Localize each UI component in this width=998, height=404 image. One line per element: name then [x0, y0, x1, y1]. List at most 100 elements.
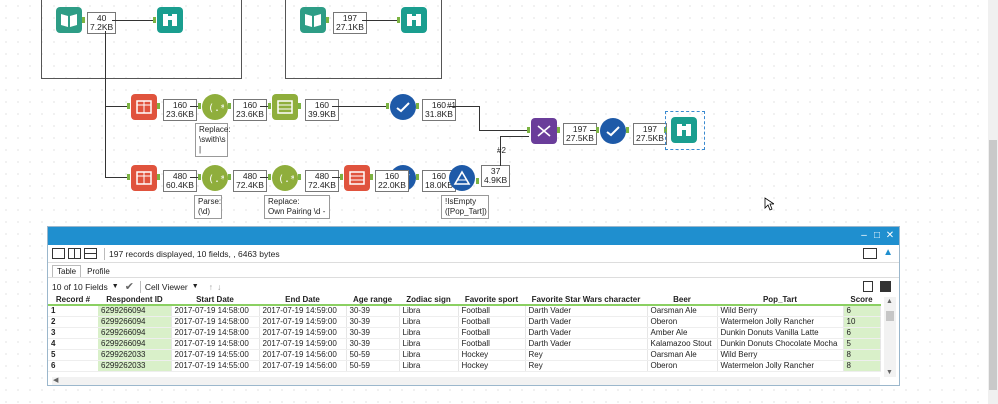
table-cell[interactable]: Darth Vader	[525, 316, 648, 328]
column-header[interactable]: Zodiac sign	[399, 295, 458, 306]
record-number-cell[interactable]: 2	[48, 316, 98, 328]
select-tool-3[interactable]	[600, 118, 626, 144]
column-header[interactable]: Age range	[346, 295, 399, 306]
table-row[interactable]: 3 6299266094 2017-07-19 14:58:00 2017-07-19…	[48, 327, 881, 339]
results-titlebar[interactable]: – □ ✕	[48, 227, 899, 245]
apply-check-icon[interactable]: ✔	[125, 280, 134, 293]
table-cell[interactable]: 8	[843, 360, 881, 372]
table-cell[interactable]: Libra	[399, 316, 459, 328]
table-cell[interactable]: Rey	[525, 349, 648, 361]
table-cell[interactable]: 50-59	[346, 349, 400, 361]
table-cell[interactable]: 6	[843, 327, 881, 339]
column-header[interactable]: Pop_Tart	[717, 295, 843, 306]
table-cell[interactable]: Football	[458, 338, 526, 350]
table-cell[interactable]: 50-59	[346, 360, 400, 372]
table-cell[interactable]: 6299266094	[98, 338, 172, 350]
table-cell[interactable]: Football	[458, 316, 526, 328]
table-cell[interactable]: Libra	[399, 305, 459, 317]
table-cell[interactable]: Dunkin Donuts Vanilla Latte	[717, 327, 844, 339]
layout-vertical-split-icon[interactable]	[68, 248, 81, 259]
cell-viewer-dropdown[interactable]: Cell Viewer ▼	[145, 282, 199, 292]
table-cell[interactable]: Hockey	[458, 360, 526, 372]
table-cell[interactable]: 6	[843, 305, 881, 317]
table-cell[interactable]: Amber Ale	[647, 327, 718, 339]
tab-profile[interactable]: Profile	[83, 266, 114, 277]
table-cell[interactable]: Oberon	[647, 316, 718, 328]
table-row[interactable]: 4 6299266094 2017-07-19 14:58:00 2017-07-19…	[48, 338, 881, 350]
record-number-cell[interactable]: 6	[48, 360, 98, 372]
table-cell[interactable]: Rey	[525, 360, 648, 372]
table-cell[interactable]: Watermelon Jolly Rancher	[717, 316, 844, 328]
regex-tool-2[interactable]: (.*)	[202, 165, 228, 191]
table-cell[interactable]: 2017-07-19 14:58:00	[171, 305, 260, 317]
table-cell[interactable]: Oarsman Ale	[647, 305, 718, 317]
record-number-cell[interactable]: 1	[48, 305, 98, 317]
table-cell[interactable]: Football	[458, 305, 526, 317]
copy-dropdown-icon[interactable]	[863, 281, 873, 292]
table-cell[interactable]: 6299262033	[98, 360, 172, 372]
table-cell[interactable]: 2017-07-19 14:59:00	[259, 338, 347, 350]
table-cell[interactable]: 2017-07-19 14:56:00	[259, 360, 347, 372]
tab-table[interactable]: Table	[52, 265, 82, 277]
fields-dropdown[interactable]: 10 of 10 Fields ▼	[52, 282, 119, 292]
table-cell[interactable]: 2017-07-19 14:56:00	[259, 349, 347, 361]
cross-tab-tool[interactable]	[272, 94, 298, 120]
table-cell[interactable]: Darth Vader	[525, 327, 648, 339]
table-cell[interactable]: Libra	[399, 338, 459, 350]
table-cell[interactable]: Dunkin Donuts Chocolate Mocha	[717, 338, 844, 350]
minimize-icon[interactable]: –	[858, 230, 870, 242]
table-cell[interactable]: 30-39	[346, 327, 400, 339]
table-cell[interactable]: 30-39	[346, 316, 400, 328]
table-cell[interactable]: 2017-07-19 14:59:00	[259, 327, 347, 339]
browse-tool-3[interactable]	[671, 117, 697, 143]
table-cell[interactable]: Libra	[399, 360, 459, 372]
regex-tool-1[interactable]: (.*)	[202, 94, 228, 120]
browse-tool-2[interactable]	[401, 7, 427, 33]
pin-icon[interactable]: ▲	[883, 247, 893, 258]
table-cell[interactable]: Hockey	[458, 349, 526, 361]
table-cell[interactable]: 6299262033	[98, 349, 172, 361]
table-cell[interactable]: Oarsman Ale	[647, 349, 718, 361]
save-dropdown-icon[interactable]	[880, 281, 891, 292]
input-data-tool-1[interactable]	[56, 7, 82, 33]
table-cell[interactable]: Darth Vader	[525, 305, 648, 317]
table-cell[interactable]: 6299266094	[98, 316, 172, 328]
text-to-columns-tool-3[interactable]	[344, 165, 370, 191]
table-cell[interactable]: 2017-07-19 14:58:00	[171, 316, 260, 328]
table-cell[interactable]: Libra	[399, 327, 459, 339]
table-cell[interactable]: 2017-07-19 14:55:00	[171, 360, 260, 372]
column-header[interactable]: End Date	[259, 295, 346, 306]
record-number-cell[interactable]: 5	[48, 349, 98, 361]
select-tool-1[interactable]	[390, 94, 416, 120]
table-cell[interactable]: 2017-07-19 14:59:00	[259, 316, 347, 328]
column-header[interactable]: Respondent ID	[98, 295, 171, 306]
sort-up-icon[interactable]: ↑	[209, 282, 213, 292]
table-cell[interactable]: Wild Berry	[717, 305, 844, 317]
table-cell[interactable]: 2017-07-19 14:59:00	[259, 305, 347, 317]
column-header[interactable]: Start Date	[171, 295, 259, 306]
layout-horizontal-split-icon[interactable]	[84, 248, 97, 259]
table-cell[interactable]: 6299266094	[98, 305, 172, 317]
sort-down-icon[interactable]: ↓	[217, 282, 221, 292]
table-cell[interactable]: Oberon	[647, 360, 718, 372]
column-header[interactable]: Favorite Star Wars character	[525, 295, 647, 306]
layout-single-icon[interactable]	[52, 248, 65, 259]
record-number-cell[interactable]: 4	[48, 338, 98, 350]
union-tool[interactable]	[531, 118, 557, 144]
table-cell[interactable]: Kalamazoo Stout	[647, 338, 718, 350]
grid-vertical-scrollbar[interactable]: ▲ ▼	[884, 297, 896, 377]
table-cell[interactable]: Watermelon Jolly Rancher	[717, 360, 844, 372]
text-to-columns-tool-2[interactable]	[131, 165, 157, 191]
table-cell[interactable]: 6299266094	[98, 327, 172, 339]
column-header[interactable]: Record #	[48, 295, 98, 306]
browse-tool-1[interactable]	[157, 7, 183, 33]
regex-tool-3[interactable]: (.*)	[272, 165, 298, 191]
maximize-icon[interactable]: □	[871, 230, 883, 242]
panel-layout-dropdown[interactable]	[863, 248, 877, 259]
table-row[interactable]: 2 6299266094 2017-07-19 14:58:00 2017-07-19…	[48, 316, 881, 328]
table-cell[interactable]: 30-39	[346, 305, 400, 317]
column-header[interactable]: Score	[843, 295, 880, 306]
table-cell[interactable]: 2017-07-19 14:58:00	[171, 338, 260, 350]
grid-horizontal-scrollbar[interactable]: ◀	[52, 377, 880, 385]
table-cell[interactable]: 30-39	[346, 338, 400, 350]
